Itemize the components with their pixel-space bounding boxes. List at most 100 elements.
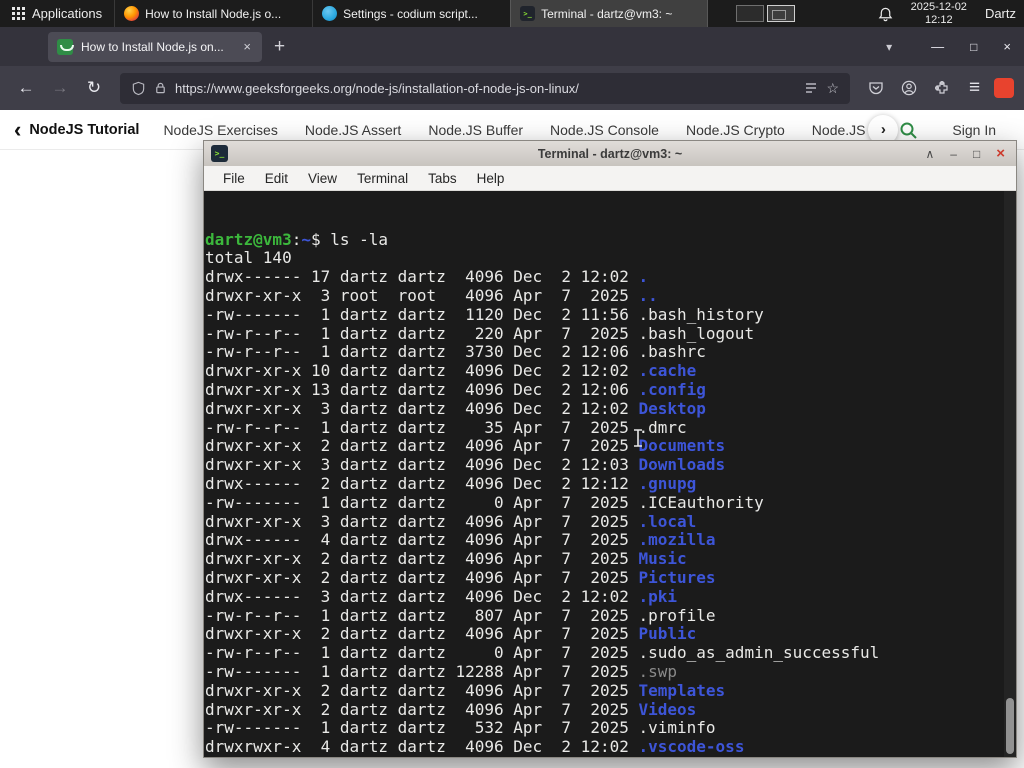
extensions-button[interactable] <box>926 73 957 104</box>
workspace-2[interactable] <box>767 5 796 22</box>
taskbar-button[interactable]: Settings - codium script... <box>312 0 510 27</box>
menu-terminal[interactable]: Terminal <box>347 171 418 186</box>
workspace-1[interactable] <box>736 5 765 22</box>
terminal-icon: >_ <box>520 6 536 21</box>
nav-link-primary[interactable]: NodeJS Tutorial <box>29 122 139 138</box>
terminal-line: -rw-r--r-- 1 dartz dartz 3730 Dec 2 12:0… <box>205 342 706 362</box>
panel-status-area: 2025-12-02 12:12 Dartz <box>878 1 1024 26</box>
terminal-close-button[interactable]: × <box>996 145 1005 162</box>
terminal-shade-button[interactable]: ∧ <box>926 147 935 161</box>
tab-title: How to Install Node.js on... <box>81 39 224 54</box>
terminal-line: -rw------- 1 dartz dartz 532 Apr 7 2025 … <box>205 718 716 738</box>
terminal-titlebar[interactable]: >_ Terminal - dartz@vm3: ~ ∧ – □ × <box>204 141 1016 166</box>
terminal-line: -rw-r--r-- 1 dartz dartz 35 Apr 7 2025 .… <box>205 417 687 437</box>
tab-close-icon[interactable]: × <box>241 39 253 54</box>
terminal-line: -rw------- 1 dartz dartz 0 Apr 7 2025 .I… <box>205 492 764 512</box>
menu-edit[interactable]: Edit <box>255 171 298 186</box>
browser-tab[interactable]: How to Install Node.js on... × <box>48 31 262 62</box>
terminal-line: -rw------- 1 dartz dartz 12288 Apr 7 202… <box>205 661 678 681</box>
workspace-switcher[interactable] <box>736 5 796 22</box>
clock[interactable]: 2025-12-02 12:12 <box>911 1 967 26</box>
terminal-line: dartz@vm3:~$ ls -la <box>205 229 389 249</box>
terminal-line: drwx------ 2 dartz dartz 4096 Dec 2 12:1… <box>205 473 697 493</box>
applications-grid-icon <box>12 7 25 20</box>
browser-toolbar: ← → ↻ https://www.geeksforgeeks.org/node… <box>0 66 1024 110</box>
window-minimize-button[interactable]: — <box>918 39 957 54</box>
tracking-shield-icon[interactable] <box>131 81 146 96</box>
window-close-button[interactable]: × <box>990 39 1024 54</box>
forward-button[interactable]: → <box>44 72 76 104</box>
new-tab-button[interactable]: + <box>274 37 285 56</box>
terminal-scrollbar-thumb[interactable] <box>1006 698 1014 754</box>
lock-icon[interactable] <box>154 81 167 95</box>
menu-button[interactable]: ≡ <box>959 73 990 104</box>
window-maximize-button[interactable]: □ <box>957 40 990 54</box>
nav-link[interactable]: Node.JS Assert <box>305 122 402 138</box>
terminal-window-controls: ∧ – □ × <box>926 145 1010 162</box>
terminal-scrollbar[interactable] <box>1004 191 1016 757</box>
menu-view[interactable]: View <box>298 171 347 186</box>
terminal-line: drwxr-xr-x 3 dartz dartz 4096 Dec 2 12:0… <box>205 455 726 475</box>
terminal-line: drwxr-xr-x 2 dartz dartz 4096 Apr 7 2025… <box>205 699 697 719</box>
mouse-cursor <box>632 429 644 452</box>
terminal-window-title: Terminal - dartz@vm3: ~ <box>537 146 683 161</box>
taskbar-button[interactable]: How to Install Node.js o... <box>114 0 312 27</box>
list-all-tabs-button[interactable]: ▾ <box>874 40 918 54</box>
codium-icon <box>322 6 338 21</box>
terminal-line: drwx------ 17 dartz dartz 4096 Dec 2 12:… <box>205 267 649 287</box>
pocket-icon <box>868 82 883 95</box>
reader-view-icon[interactable] <box>804 81 818 95</box>
subheader-links: NodeJS Exercises Node.JS Assert Node.JS Bu… <box>163 122 884 138</box>
menu-help[interactable]: Help <box>467 171 515 186</box>
terminal-menubar: File Edit View Terminal Tabs Help <box>204 166 1016 191</box>
url-text: https://www.geeksforgeeks.org/node-js/in… <box>175 80 579 96</box>
terminal-line: drwxr-xr-x 2 dartz dartz 4096 Apr 7 2025… <box>205 567 716 587</box>
terminal-line: drwxrwxr-x 4 dartz dartz 4096 Dec 2 12:0… <box>205 737 745 757</box>
terminal-line: -rw-r--r-- 1 dartz dartz 220 Apr 7 2025 … <box>205 323 755 343</box>
taskbar-button-label: Terminal - dartz@vm3: ~ <box>541 6 673 21</box>
user-menu[interactable]: Dartz <box>985 6 1016 21</box>
sign-in-button[interactable]: Sign In <box>952 122 996 138</box>
firefox-icon <box>124 6 140 21</box>
terminal-line: drwx------ 4 dartz dartz 4096 Apr 7 2025… <box>205 530 716 550</box>
terminal-line: total 140 <box>205 248 292 268</box>
nav-link[interactable]: Node.JS Crypto <box>686 122 785 138</box>
nav-link[interactable]: NodeJS Exercises <box>163 122 277 138</box>
window-controls: ▾ — □ × <box>874 27 1024 66</box>
notifications-bell-button[interactable] <box>878 6 893 22</box>
menu-file[interactable]: File <box>213 171 255 186</box>
applications-menu-button[interactable]: Applications <box>0 0 114 27</box>
search-icon <box>900 122 918 139</box>
menu-tabs[interactable]: Tabs <box>418 171 467 186</box>
nav-scroll-left-icon[interactable]: ‹ <box>14 118 21 141</box>
terminal-line: drwx------ 3 dartz dartz 4096 Dec 2 12:0… <box>205 586 678 606</box>
terminal-minimize-button[interactable]: – <box>950 147 957 161</box>
nav-link[interactable]: Node.JS Console <box>550 122 659 138</box>
terminal-line: drwxr-xr-x 2 dartz dartz 4096 Apr 7 2025… <box>205 436 726 456</box>
taskbar-button-label: Settings - codium script... <box>343 6 478 21</box>
applications-label: Applications <box>32 6 103 21</box>
terminal-app-icon: >_ <box>211 145 228 162</box>
tab-bar: How to Install Node.js on... × + ▾ — □ × <box>0 27 1024 66</box>
back-button[interactable]: ← <box>10 72 42 104</box>
terminal-screen[interactable]: dartz@vm3:~$ ls -la total 140 drwx------ 1… <box>204 191 1016 757</box>
terminal-line: drwxr-xr-x 10 dartz dartz 4096 Dec 2 12:… <box>205 361 697 381</box>
reload-button[interactable]: ↻ <box>78 72 110 104</box>
taskbar-button[interactable]: >_ Terminal - dartz@vm3: ~ <box>510 0 709 27</box>
terminal-line: -rw------- 1 dartz dartz 1120 Dec 2 11:5… <box>205 304 764 324</box>
terminal-line: drwxr-xr-x 2 dartz dartz 4096 Apr 7 2025… <box>205 680 726 700</box>
account-button[interactable] <box>893 73 924 104</box>
bookmark-star-icon[interactable]: ☆ <box>826 80 839 97</box>
alert-indicator-icon[interactable] <box>994 78 1014 98</box>
account-icon <box>901 80 916 96</box>
pocket-button[interactable] <box>860 73 891 104</box>
clock-time: 12:12 <box>925 13 953 26</box>
bell-icon <box>878 7 892 21</box>
terminal-line: drwxr-xr-x 3 root root 4096 Apr 7 2025 .… <box>205 285 658 305</box>
terminal-maximize-button[interactable]: □ <box>973 147 980 161</box>
site-search-button[interactable] <box>898 120 918 140</box>
terminal-line: drwxr-xr-x 13 dartz dartz 4096 Dec 2 12:… <box>205 379 706 399</box>
terminal-line: drwxr-xr-x 2 dartz dartz 4096 Apr 7 2025… <box>205 549 687 569</box>
nav-link[interactable]: Node.JS Buffer <box>428 122 523 138</box>
url-bar[interactable]: https://www.geeksforgeeks.org/node-js/in… <box>120 72 850 104</box>
